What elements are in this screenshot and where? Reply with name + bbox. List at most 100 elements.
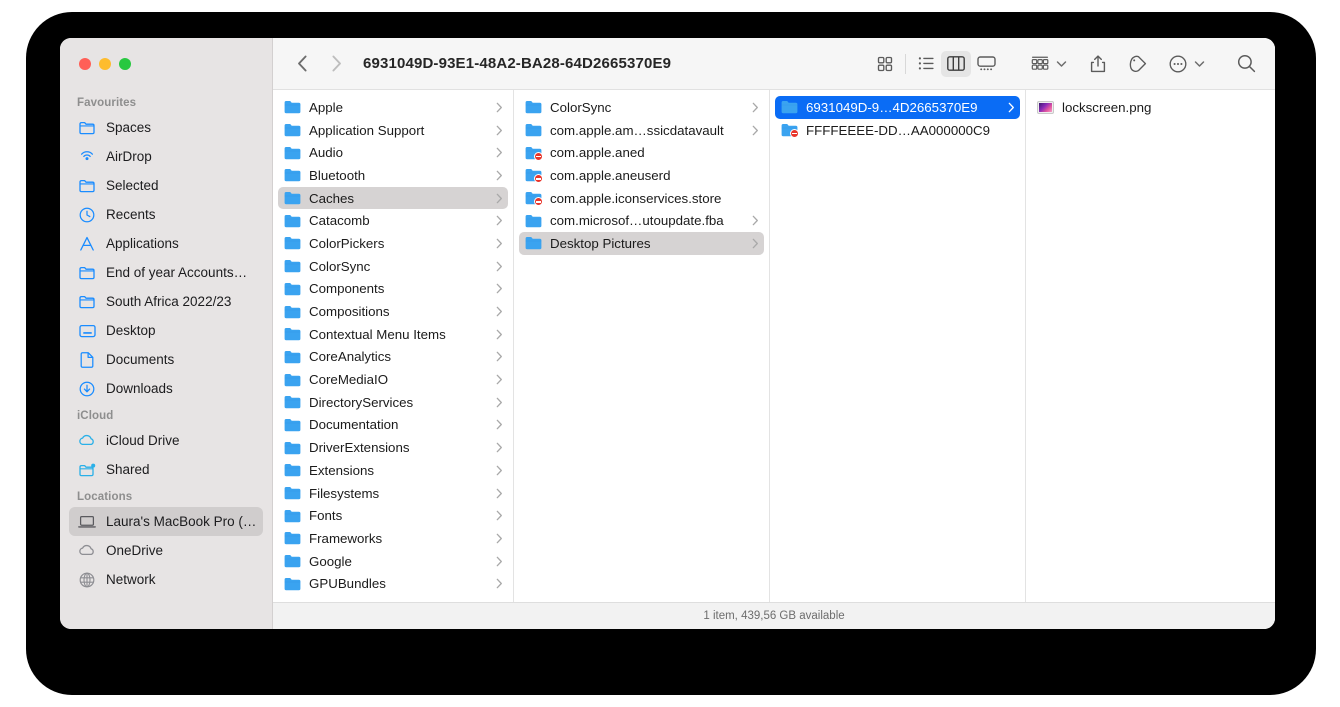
forward-button[interactable] (323, 51, 349, 77)
sidebar-item-desktop[interactable]: Desktop (69, 316, 263, 345)
folder-icon (283, 441, 302, 455)
file-row[interactable]: Desktop Pictures (519, 232, 764, 255)
sidebar-item-label: AirDrop (106, 149, 152, 164)
tag-icon[interactable] (1123, 51, 1153, 77)
file-row[interactable]: Application Support (278, 119, 508, 142)
file-row[interactable]: Google (278, 550, 508, 573)
file-name: com.apple.iconservices.store (550, 190, 722, 206)
folder-icon (283, 373, 302, 387)
column-browser: Apple Application Support Audio Bluetooth Ca… (273, 90, 1275, 602)
file-row[interactable]: Extensions (278, 459, 508, 482)
sidebar-group-title: Locations (77, 491, 133, 503)
file-row[interactable]: Contextual Menu Items (278, 323, 508, 346)
folder-icon (283, 531, 302, 545)
sidebar-item-applications[interactable]: Applications (69, 229, 263, 258)
sidebar-item-label: End of year Accounts… (106, 265, 248, 280)
file-row[interactable]: DriverExtensions (278, 436, 508, 459)
sidebar-item-shared[interactable]: Shared (69, 455, 263, 484)
chevron-right-icon (494, 283, 504, 294)
file-row[interactable]: com.apple.aned (519, 141, 764, 164)
gallery-view-icon[interactable] (971, 51, 1001, 77)
sidebar-item-network[interactable]: Network (69, 565, 263, 594)
close-button[interactable] (79, 58, 91, 70)
file-row[interactable]: com.apple.iconservices.store (519, 187, 764, 210)
file-row[interactable]: Audio (278, 141, 508, 164)
file-row[interactable]: Bluetooth (278, 164, 508, 187)
sidebar-item-label: Spaces (106, 120, 152, 135)
file-row[interactable]: com.microsof…utoupdate.fba (519, 209, 764, 232)
sidebar-item-end-of-year-accounts[interactable]: End of year Accounts… (69, 258, 263, 287)
cloud-icon (77, 432, 97, 450)
file-row[interactable]: CoreMediaIO (278, 368, 508, 391)
sidebar-item-recents[interactable]: Recents (69, 200, 263, 229)
file-row[interactable]: 6931049D-9…4D2665370E9 (775, 96, 1020, 119)
grid-view-icon[interactable] (870, 51, 900, 77)
chevron-right-icon (494, 556, 504, 567)
minimize-button[interactable] (99, 58, 111, 70)
list-view-icon[interactable] (911, 51, 941, 77)
sidebar-item-south-africa-2022-23[interactable]: South Africa 2022/23 (69, 287, 263, 316)
chevron-down-icon[interactable] (1056, 60, 1067, 68)
zoom-button[interactable] (119, 58, 131, 70)
folder-icon (283, 463, 302, 477)
sidebar-item-label: Desktop (106, 323, 156, 338)
sidebar-item-airdrop[interactable]: AirDrop (69, 142, 263, 171)
more-control[interactable] (1163, 51, 1205, 77)
chevron-right-icon (494, 533, 504, 544)
file-row[interactable]: ColorPickers (278, 232, 508, 255)
sidebar-item-downloads[interactable]: Downloads (69, 374, 263, 403)
folder-icon (77, 293, 97, 311)
chevron-down-icon-2[interactable] (1194, 60, 1205, 68)
file-row[interactable]: CoreAnalytics (278, 346, 508, 369)
back-button[interactable] (289, 51, 315, 77)
sidebar-item-onedrive[interactable]: OneDrive (69, 536, 263, 565)
toolbar: 6931049D-93E1-48A2-BA28-64D2665370E9 (273, 38, 1275, 90)
file-row[interactable]: ColorSync (278, 255, 508, 278)
file-row[interactable]: Fonts (278, 504, 508, 527)
file-row[interactable]: DirectoryServices (278, 391, 508, 414)
sidebar-item-documents[interactable]: Documents (69, 345, 263, 374)
file-name: Documentation (309, 417, 399, 433)
file-row[interactable]: Compositions (278, 300, 508, 323)
file-row[interactable]: com.apple.aneuserd (519, 164, 764, 187)
file-name: Components (309, 281, 385, 297)
file-row[interactable]: Caches (278, 186, 508, 210)
column-3[interactable]: 6931049D-9…4D2665370E9 FFFFEEEE-DD…AA0000… (770, 90, 1026, 602)
chevron-right-icon (750, 125, 760, 136)
sidebar-item-selected[interactable]: Selected (69, 171, 263, 200)
search-icon[interactable] (1231, 51, 1261, 77)
sidebar-item-laura-s-macbook-pro[interactable]: Laura's MacBook Pro (… (69, 507, 263, 536)
column-view-icon[interactable] (941, 50, 971, 77)
file-row[interactable]: Catacomb (278, 209, 508, 232)
share-icon[interactable] (1083, 51, 1113, 77)
group-by-control[interactable] (1025, 51, 1067, 77)
file-row[interactable]: Filesystems (278, 482, 508, 505)
sidebar-item-label: South Africa 2022/23 (106, 294, 232, 309)
file-row[interactable]: com.apple.am…ssicdatavault (519, 119, 764, 142)
sidebar-list[interactable]: Favourites Spaces AirDrop Selected Recents Ap… (60, 90, 272, 629)
file-row[interactable]: Components (278, 278, 508, 301)
chevron-right-icon (750, 102, 760, 113)
folder-icon (283, 327, 302, 341)
column-1[interactable]: Apple Application Support Audio Bluetooth Ca… (273, 90, 514, 602)
sidebar: Favourites Spaces AirDrop Selected Recents Ap… (60, 38, 273, 629)
traffic-lights (60, 38, 272, 90)
sidebar-item-spaces[interactable]: Spaces (69, 113, 263, 142)
chevron-right-icon (494, 374, 504, 385)
file-row[interactable]: ColorSync (519, 96, 764, 119)
column-2[interactable]: ColorSync com.apple.am…ssicdatavault com.a… (514, 90, 770, 602)
applications-icon (77, 235, 97, 253)
more-ellipsis-icon[interactable] (1163, 51, 1193, 77)
column-4[interactable]: lockscreen.png (1026, 90, 1275, 602)
file-row[interactable]: Documentation (278, 414, 508, 437)
file-row[interactable]: Frameworks (278, 527, 508, 550)
file-row[interactable]: GPUBundles (278, 572, 508, 595)
chevron-right-icon (494, 578, 504, 589)
laptop-icon (77, 513, 97, 531)
sidebar-item-icloud-drive[interactable]: iCloud Drive (69, 426, 263, 455)
file-row[interactable]: FFFFEEEE-DD…AA000000C9 (775, 119, 1020, 142)
file-row[interactable]: Apple (278, 96, 508, 119)
group-by-icon[interactable] (1025, 51, 1055, 77)
file-name: Frameworks (309, 530, 383, 546)
file-row[interactable]: lockscreen.png (1031, 96, 1270, 119)
